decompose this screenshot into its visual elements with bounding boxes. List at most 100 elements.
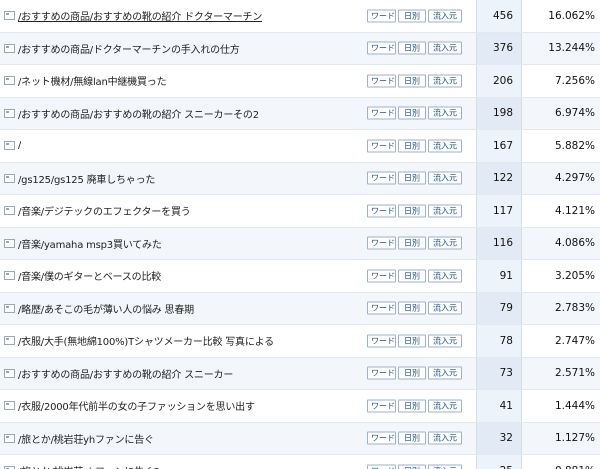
pageview-percentage: 2.571% xyxy=(554,367,595,380)
page-icon xyxy=(4,11,15,21)
daily-button[interactable]: 日別 xyxy=(398,334,426,348)
pageview-count: 117 xyxy=(476,195,522,227)
daily-button[interactable]: 日別 xyxy=(398,41,426,55)
source-button[interactable]: 流入元 xyxy=(428,41,462,55)
daily-button[interactable]: 日別 xyxy=(398,269,426,283)
page-title-link[interactable]: /音楽/デジテックのエフェクターを買う xyxy=(18,203,191,218)
word-button[interactable]: ワード xyxy=(367,464,396,469)
word-button[interactable]: ワード xyxy=(367,236,396,250)
pageview-percentage: 4.297% xyxy=(554,172,595,185)
pageview-percentage: 6.974% xyxy=(554,107,595,120)
pageview-count: 25 xyxy=(476,455,522,469)
page-title-link[interactable]: /衣服/大手(無地綿100%)Tシャツメーカー比較 写真による xyxy=(18,333,274,348)
page-title-link[interactable]: /音楽/yamaha msp3買いてみた xyxy=(18,236,162,251)
source-button[interactable]: 流入元 xyxy=(428,399,462,413)
page-title-link[interactable]: /おすすめの商品/おすすめの靴の紹介 スニーカー xyxy=(18,366,233,381)
source-button[interactable]: 流入元 xyxy=(428,171,462,185)
page-title-link[interactable]: /ネット機材/無線lan中継機買った xyxy=(18,73,166,88)
source-button[interactable]: 流入元 xyxy=(428,366,462,380)
page-title-link[interactable]: /おすすめの商品/ドクターマーチンの手入れの仕方 xyxy=(18,41,240,56)
row-actions: ワード 日別 流入元 xyxy=(367,139,462,153)
row-actions: ワード 日別 流入元 xyxy=(367,106,462,120)
word-button[interactable]: ワード xyxy=(367,431,396,445)
daily-button[interactable]: 日別 xyxy=(398,236,426,250)
pageview-percentage: 1.127% xyxy=(554,432,595,445)
source-button[interactable]: 流入元 xyxy=(428,431,462,445)
source-button[interactable]: 流入元 xyxy=(428,269,462,283)
word-button[interactable]: ワード xyxy=(367,269,396,283)
table-row: /おすすめの商品/ドクターマーチンの手入れの仕方 ワード 日別 流入元 376 … xyxy=(0,32,600,65)
page-title-link[interactable]: /おすすめの商品/おすすめの靴の紹介 スニーカーその2 xyxy=(18,106,259,121)
page-title-link[interactable]: / xyxy=(18,140,21,151)
pageview-count: 41 xyxy=(476,390,522,422)
row-actions: ワード 日別 流入元 xyxy=(367,464,462,469)
table-row: / ワード 日別 流入元 167 5.882% xyxy=(0,130,600,163)
daily-button[interactable]: 日別 xyxy=(398,171,426,185)
source-button[interactable]: 流入元 xyxy=(428,139,462,153)
daily-button[interactable]: 日別 xyxy=(398,366,426,380)
word-button[interactable]: ワード xyxy=(367,9,396,23)
word-button[interactable]: ワード xyxy=(367,366,396,380)
page-title-link[interactable]: /旅とか/桃岩荘yhファンに告ぐ2 xyxy=(18,463,160,469)
pageview-count: 376 xyxy=(476,32,522,64)
page-icon xyxy=(4,303,15,313)
source-button[interactable]: 流入元 xyxy=(428,334,462,348)
daily-button[interactable]: 日別 xyxy=(398,139,426,153)
page-icon xyxy=(4,141,15,151)
daily-button[interactable]: 日別 xyxy=(398,399,426,413)
page-icon xyxy=(4,173,15,183)
page-title-link[interactable]: /音楽/僕のギターとベースの比較 xyxy=(18,268,161,283)
page-icon xyxy=(4,76,15,86)
source-button[interactable]: 流入元 xyxy=(428,301,462,315)
row-actions: ワード 日別 流入元 xyxy=(367,399,462,413)
pageview-percentage: 16.062% xyxy=(548,9,595,22)
word-button[interactable]: ワード xyxy=(367,301,396,315)
row-actions: ワード 日別 流入元 xyxy=(367,366,462,380)
page-title-link[interactable]: /衣服/2000年代前半の女の子ファッションを思い出す xyxy=(18,398,255,413)
row-actions: ワード 日別 流入元 xyxy=(367,74,462,88)
pageview-count: 198 xyxy=(476,97,522,129)
daily-button[interactable]: 日別 xyxy=(398,301,426,315)
page-title-link[interactable]: /gs125/gs125 廃車しちゃった xyxy=(18,171,155,186)
word-button[interactable]: ワード xyxy=(367,204,396,218)
pageview-count: 79 xyxy=(476,292,522,324)
daily-button[interactable]: 日別 xyxy=(398,204,426,218)
table-row: /おすすめの商品/おすすめの靴の紹介 スニーカーその2 ワード 日別 流入元 1… xyxy=(0,97,600,130)
word-button[interactable]: ワード xyxy=(367,171,396,185)
page-icon xyxy=(4,238,15,248)
source-button[interactable]: 流入元 xyxy=(428,204,462,218)
word-button[interactable]: ワード xyxy=(367,334,396,348)
row-actions: ワード 日別 流入元 xyxy=(367,171,462,185)
row-actions: ワード 日別 流入元 xyxy=(367,269,462,283)
row-actions: ワード 日別 流入元 xyxy=(367,9,462,23)
page-title-link[interactable]: /略歴/あそこの毛が薄い人の悩み 思春期 xyxy=(18,301,194,316)
word-button[interactable]: ワード xyxy=(367,106,396,120)
pageview-percentage: 2.783% xyxy=(554,302,595,315)
pageview-percentage: 5.882% xyxy=(554,139,595,152)
daily-button[interactable]: 日別 xyxy=(398,9,426,23)
source-button[interactable]: 流入元 xyxy=(428,74,462,88)
table-row: /音楽/デジテックのエフェクターを買う ワード 日別 流入元 117 4.121… xyxy=(0,195,600,228)
table-row: /おすすめの商品/おすすめの靴の紹介 ドクターマーチン ワード 日別 流入元 4… xyxy=(0,0,600,33)
pageview-percentage: 0.881% xyxy=(522,455,600,469)
daily-button[interactable]: 日別 xyxy=(398,464,426,469)
pageview-count: 456 xyxy=(476,0,522,32)
daily-button[interactable]: 日別 xyxy=(398,431,426,445)
word-button[interactable]: ワード xyxy=(367,74,396,88)
pageview-count: 122 xyxy=(476,162,522,194)
source-button[interactable]: 流入元 xyxy=(428,106,462,120)
source-button[interactable]: 流入元 xyxy=(428,9,462,23)
page-title-link[interactable]: /おすすめの商品/おすすめの靴の紹介 ドクターマーチン xyxy=(18,8,262,23)
daily-button[interactable]: 日別 xyxy=(398,74,426,88)
page-icon xyxy=(4,206,15,216)
word-button[interactable]: ワード xyxy=(367,399,396,413)
pageview-count: 116 xyxy=(476,227,522,259)
word-button[interactable]: ワード xyxy=(367,41,396,55)
word-button[interactable]: ワード xyxy=(367,139,396,153)
page-title-link[interactable]: /旅とか/桃岩荘yhファンに告ぐ xyxy=(18,431,154,446)
daily-button[interactable]: 日別 xyxy=(398,106,426,120)
page-ranking-table: /おすすめの商品/おすすめの靴の紹介 ドクターマーチン ワード 日別 流入元 4… xyxy=(0,0,600,469)
source-button[interactable]: 流入元 xyxy=(428,464,462,469)
source-button[interactable]: 流入元 xyxy=(428,236,462,250)
page-icon xyxy=(4,433,15,443)
